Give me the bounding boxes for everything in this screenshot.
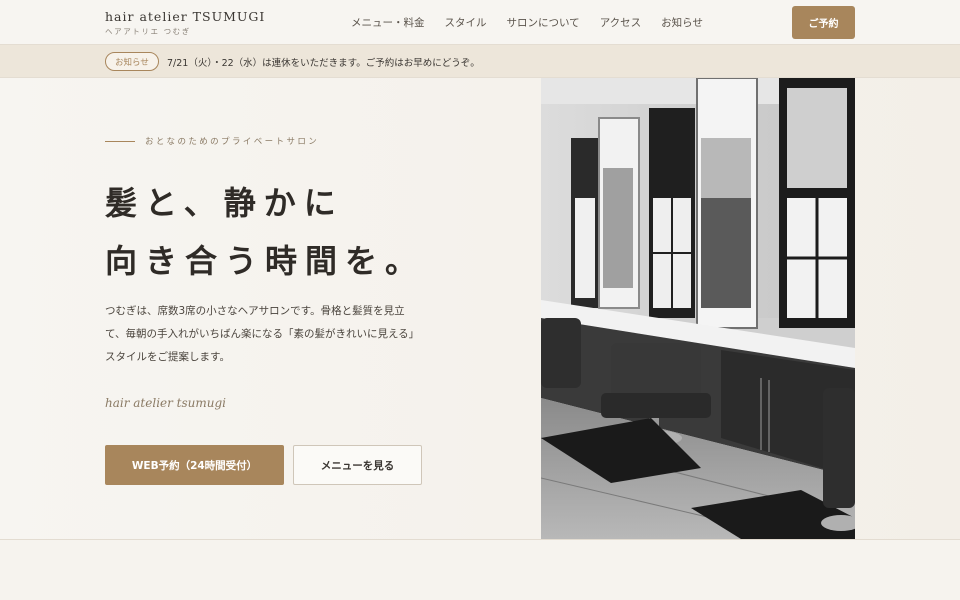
salon-photo xyxy=(541,78,855,539)
logo[interactable]: hair atelier TSUMUGI ヘアアトリエ つむぎ xyxy=(105,9,265,37)
eyebrow-text: おとなのためのプライベートサロン xyxy=(145,137,320,147)
notice-badge: お知らせ xyxy=(105,52,159,71)
hero-section: おとなのためのプライベートサロン 髪と、静かに 向き合う時間を。 つむぎは、席数… xyxy=(0,78,960,540)
logo-main: hair atelier TSUMUGI xyxy=(105,9,266,24)
logo-sub: ヘアアトリエ つむぎ xyxy=(105,27,191,36)
notice-text[interactable]: 7/21（火）・22（水）は連休をいただきます。ご予約はお早めにどうぞ。 xyxy=(167,55,480,69)
nav-item-about[interactable]: サロンについて xyxy=(507,15,580,30)
view-menu-button[interactable]: メニューを見る xyxy=(293,445,422,485)
hero-lead: つむぎは、席数3席の小さなヘアサロンです。骨格と髪質を見立 て、毎朝の手入れがい… xyxy=(105,300,435,369)
nav-item-news[interactable]: お知らせ xyxy=(661,15,703,30)
hero-eyebrow: おとなのためのプライベートサロン xyxy=(105,135,319,147)
headline-line-2: 向き合う時間を。 xyxy=(105,242,426,280)
headline-line-1: 髪と、静かに xyxy=(105,184,344,222)
salon-interior-image xyxy=(541,78,855,539)
lead-line-1: つむぎは、席数3席の小さなヘアサロンです。骨格と髪質を見立 xyxy=(105,305,405,317)
lead-line-2: て、毎朝の手入れがいちばん楽になる「素の髪がきれいに見える」 xyxy=(105,328,420,340)
hero-script-text: hair atelier tsumugi xyxy=(105,396,227,410)
hero-headline: 髪と、静かに 向き合う時間を。 xyxy=(105,174,425,290)
nav-item-style[interactable]: スタイル xyxy=(445,15,487,30)
nav-item-menu[interactable]: メニュー・料金 xyxy=(351,15,425,30)
eyebrow-divider xyxy=(105,140,135,142)
lead-line-3: スタイルをご提案します。 xyxy=(105,351,230,363)
notice-bar: お知らせ 7/21（火）・22（水）は連休をいただきます。ご予約はお早めにどうぞ… xyxy=(0,45,960,78)
global-nav: メニュー・料金 スタイル サロンについて アクセス お知らせ xyxy=(351,15,723,30)
site-header: hair atelier TSUMUGI ヘアアトリエ つむぎ メニュー・料金 … xyxy=(0,0,960,45)
nav-item-access[interactable]: アクセス xyxy=(600,15,641,30)
web-reserve-button[interactable]: WEB予約（24時間受付） xyxy=(105,445,284,485)
reserve-button[interactable]: ご予約 xyxy=(792,6,855,39)
